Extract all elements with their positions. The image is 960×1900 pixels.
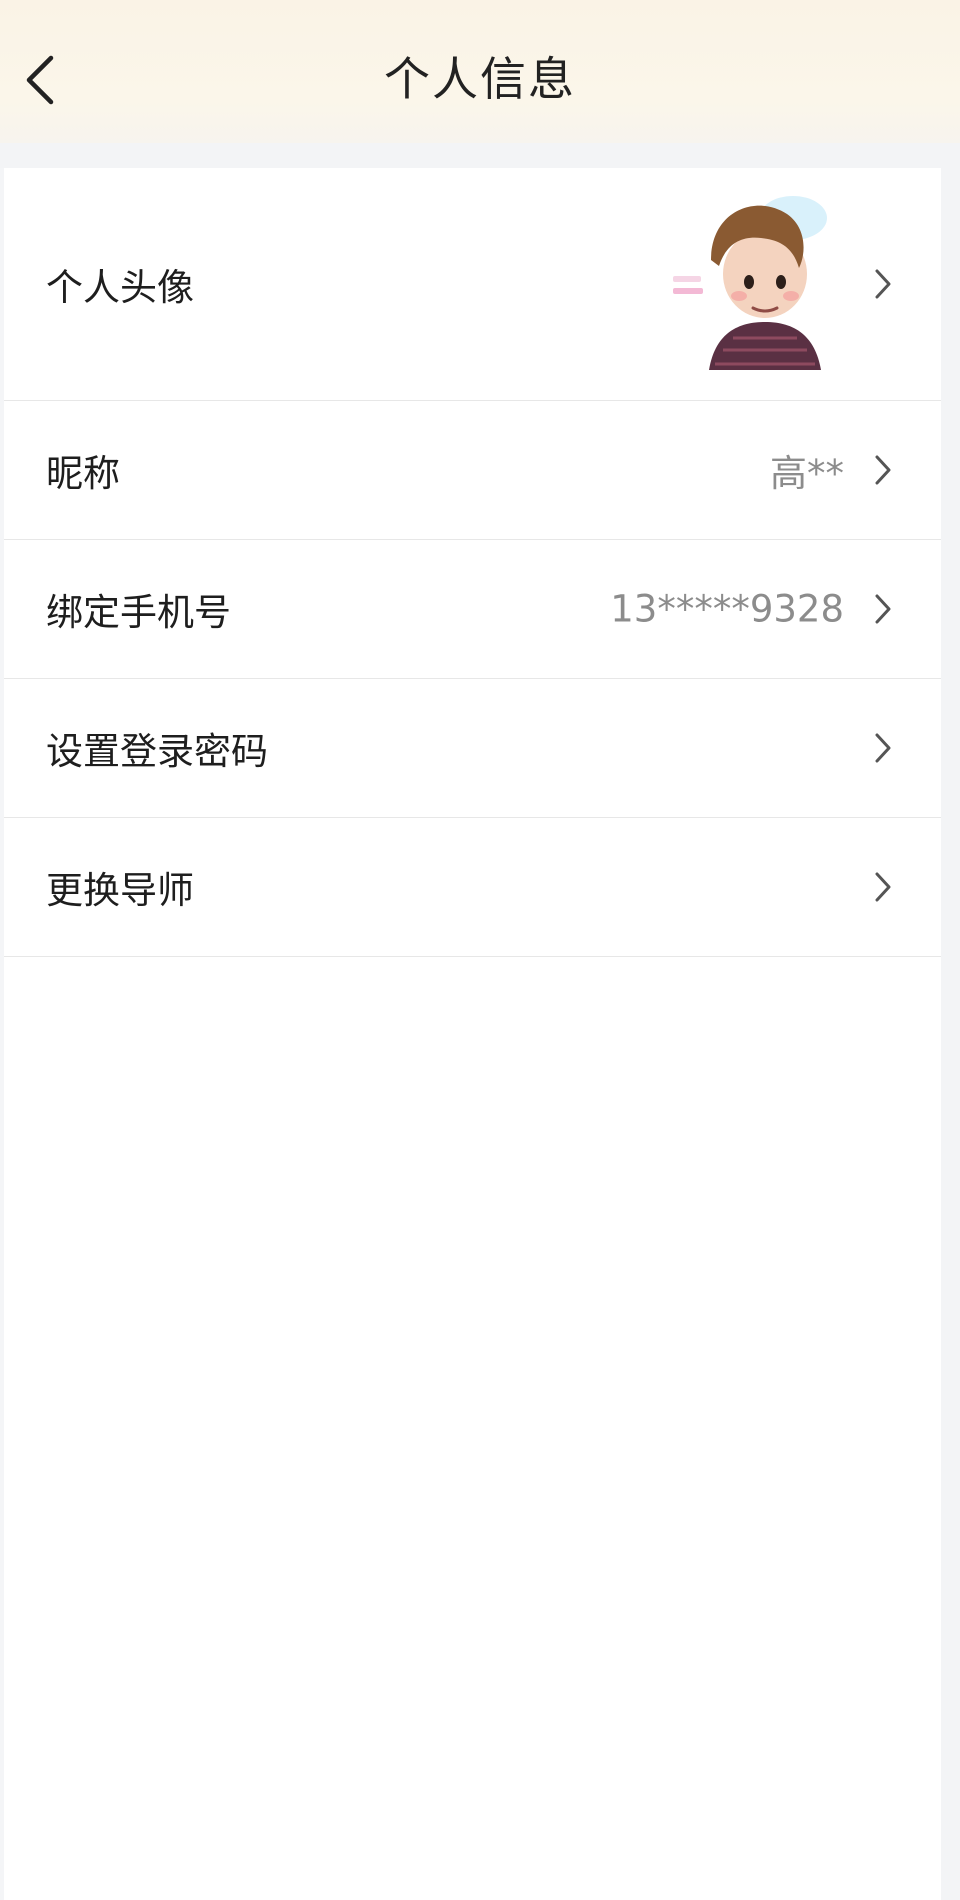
mentor-row[interactable]: 更换导师: [4, 817, 941, 957]
row-label-mentor: 更换导师: [46, 868, 194, 912]
row-label-avatar: 个人头像: [46, 266, 194, 309]
chevron-right-icon: [871, 592, 893, 626]
top-bar: 个人信息: [0, 0, 960, 143]
chevron-right-icon: [871, 870, 893, 904]
nickname-row[interactable]: 昵称 高**: [4, 400, 941, 540]
header-gap: [0, 143, 960, 168]
page-title: 个人信息: [384, 52, 576, 106]
phone-row[interactable]: 绑定手机号 13*****9328: [4, 539, 941, 679]
row-label-nickname: 昵称: [46, 451, 120, 495]
nickname-value: 高**: [770, 451, 844, 495]
phone-value: 13*****9328: [610, 587, 844, 630]
chevron-right-icon: [871, 267, 893, 301]
chevron-right-icon: [871, 731, 893, 765]
user-avatar: [673, 196, 827, 370]
settings-card: 个人头像 昵称 高** 绑定手机号 13*****9328 设置登录密码 更换导…: [4, 168, 941, 1900]
avatar-row[interactable]: 个人头像: [4, 168, 941, 401]
right-gutter: [941, 168, 960, 1900]
row-label-phone: 绑定手机号: [46, 590, 231, 634]
chevron-right-icon: [871, 453, 893, 487]
row-label-password: 设置登录密码: [46, 729, 268, 773]
password-row[interactable]: 设置登录密码: [4, 678, 941, 818]
